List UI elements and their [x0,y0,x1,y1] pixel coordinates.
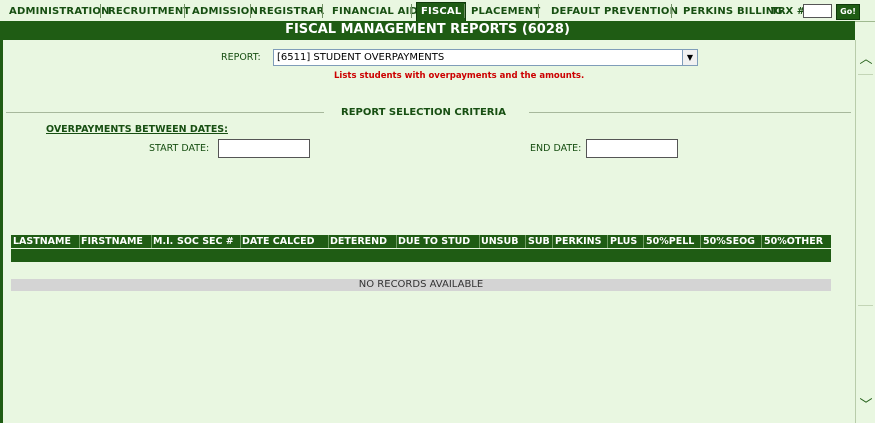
column-divider [479,235,480,248]
scrollbar-thumb[interactable] [858,74,873,306]
end-date-input[interactable] [586,139,678,158]
nav-financial-aid[interactable]: FINANCIAL AID [332,3,418,20]
top-navigation: ADMINISTRATION RECRUITMENT ADMISSION REG… [0,0,875,22]
nav-separator [538,4,539,18]
column-header-50-other[interactable]: 50%OTHER [764,235,823,248]
nav-separator [322,4,323,18]
nav-default-prevention[interactable]: DEFAULT PREVENTION [551,3,678,20]
nav-administration[interactable]: ADMINISTRATION [9,3,110,20]
chevron-down-icon[interactable]: ﹀ [857,396,875,416]
column-header-unsub[interactable]: UNSUB [481,235,518,248]
column-divider [643,235,644,248]
nav-recruitment[interactable]: RECRUITMENT [108,3,190,20]
column-header-ssn[interactable]: SOC SEC # [177,235,234,248]
nav-separator [100,4,101,18]
nav-separator [250,4,251,18]
column-divider [79,235,80,248]
nav-admission[interactable]: ADMISSION [192,3,258,20]
chevron-down-icon[interactable]: ▼ [682,50,697,65]
column-divider [328,235,329,248]
column-divider [761,235,762,248]
column-header-date-calced[interactable]: DATE CALCED [242,235,315,248]
column-header-50-pell[interactable]: 50%PELL [646,235,694,248]
section-divider [529,112,851,113]
table-header-band [11,249,831,262]
column-header-perkins[interactable]: PERKINS [555,235,601,248]
column-header-deterend[interactable]: DETEREND [330,235,387,248]
column-header-plus[interactable]: PLUS [610,235,637,248]
report-selected-value: [6511] STUDENT OVERPAYMENTS [277,52,445,63]
column-divider [700,235,701,248]
nav-perkins-billing[interactable]: PERKINS BILLING [683,3,783,20]
trx-input[interactable] [803,4,832,18]
page-title: FISCAL MANAGEMENT REPORTS (6028) [0,21,855,40]
section-divider [6,112,324,113]
column-divider [240,235,241,248]
nav-placement[interactable]: PLACEMENT [471,3,540,20]
column-header-due-to-stud[interactable]: DUE TO STUD [398,235,470,248]
nav-fiscal[interactable]: FISCAL [416,2,467,22]
nav-registrar[interactable]: REGISTRAR [259,3,324,20]
column-divider [151,235,152,248]
nav-separator [671,4,672,18]
go-button[interactable]: Go! [836,4,860,20]
column-divider [552,235,553,248]
results-table-header: LASTNAME FIRSTNAME M.I. SOC SEC # DATE C… [11,235,831,248]
chevron-up-icon[interactable]: ︿ [857,50,875,70]
nav-separator [411,4,412,18]
criteria-title: REPORT SELECTION CRITERIA [341,107,506,118]
nav-separator [184,4,185,18]
column-divider [525,235,526,248]
column-divider [607,235,608,248]
no-records-message: NO RECORDS AVAILABLE [11,279,831,291]
end-date-label: END DATE: [530,143,582,154]
column-header-sub[interactable]: SUB [528,235,550,248]
left-border [0,21,3,423]
column-header-firstname[interactable]: FIRSTNAME [81,235,143,248]
start-date-input[interactable] [218,139,310,158]
report-select[interactable]: [6511] STUDENT OVERPAYMENTS ▼ [273,49,698,66]
column-header-mi[interactable]: M.I. [153,235,173,248]
nav-separator [464,4,465,18]
between-dates-label: OVERPAYMENTS BETWEEN DATES: [46,124,228,135]
column-divider [396,235,397,248]
column-header-50-seog[interactable]: 50%SEOG [703,235,755,248]
vertical-scrollbar[interactable]: ︿ ﹀ [855,40,875,423]
start-date-label: START DATE: [149,143,210,154]
column-header-lastname[interactable]: LASTNAME [13,235,71,248]
report-label: REPORT: [221,52,261,63]
report-description: Lists students with overpayments and the… [334,71,585,81]
